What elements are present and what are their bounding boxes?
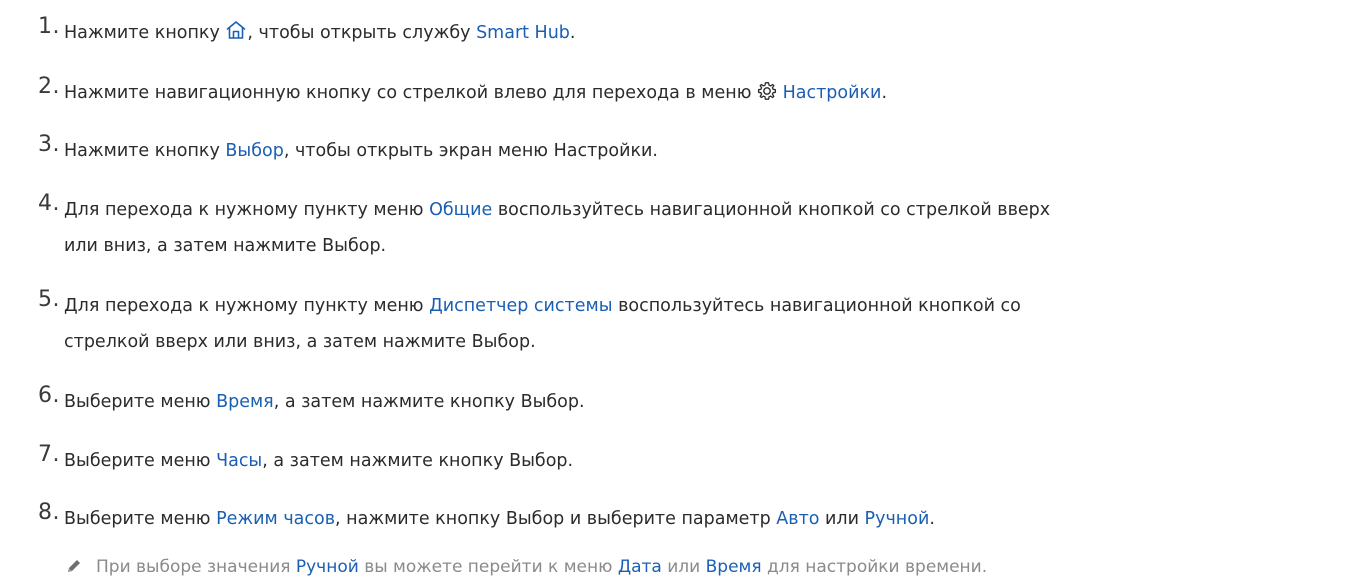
menu-link[interactable]: Дата [618, 557, 662, 577]
text-run: . [929, 509, 935, 529]
text-run: или [661, 557, 706, 577]
text-run: воспользуйтесь навигационной кнопкой со [612, 296, 1021, 316]
step-line: Нажмите кнопку Выбор, чтобы открыть экра… [64, 133, 1334, 169]
step-number: 7. [38, 442, 60, 467]
step-number: 2. [38, 74, 60, 99]
text-run: Выберите меню [64, 392, 217, 412]
text-run: Нажмите кнопку [64, 23, 226, 43]
step-text: Нажмите навигационную кнопку со стрелкой… [64, 75, 1334, 111]
text-run: Выберите меню [64, 451, 217, 471]
menu-link[interactable]: Режим часов [216, 509, 335, 529]
text-run: Для перехода к нужному пункту меню [64, 200, 430, 220]
text-run: , а затем нажмите кнопку Выбор. [262, 451, 574, 471]
gear-icon [757, 78, 777, 114]
step-number: 3. [38, 132, 60, 157]
text-run: . [569, 23, 576, 43]
menu-link[interactable]: Время [216, 392, 274, 412]
text-run: Нажмите навигационную кнопку со стрелкой… [64, 83, 758, 103]
menu-link[interactable]: Smart Hub [476, 23, 570, 43]
step-number: 5. [38, 287, 60, 312]
menu-link[interactable]: Часы [216, 451, 262, 471]
step-number: 1. [38, 14, 60, 39]
menu-link[interactable]: Настройки [783, 83, 882, 103]
text-run: Нажмите кнопку [64, 141, 226, 161]
text-run: , чтобы открыть службу [247, 23, 477, 43]
text-run: При выборе значения [96, 557, 296, 577]
step-text: Нажмите кнопку , чтобы открыть службу Sm… [64, 15, 1334, 51]
step-line: Выберите меню Режим часов, нажмите кнопк… [64, 501, 1334, 537]
text-run: , чтобы открыть экран меню Настройки. [283, 141, 658, 161]
step-number: 4. [38, 191, 60, 216]
step-number: 6. [38, 383, 60, 408]
step-text: Выберите меню Время, а затем нажмите кно… [64, 384, 1334, 420]
step-line: стрелкой вверх или вниз, а затем нажмите… [64, 324, 1334, 360]
step-text: Для перехода к нужному пункту меню Общие… [64, 192, 1334, 264]
text-run: для настройки времени. [761, 557, 988, 577]
menu-link[interactable]: Общие [429, 200, 492, 220]
menu-link[interactable]: Время [706, 557, 762, 577]
menu-link[interactable]: Ручной [865, 509, 930, 529]
step-text: Для перехода к нужному пункту меню Диспе… [64, 288, 1334, 360]
step-number: 8. [38, 500, 60, 525]
text-run: Выберите меню [64, 509, 217, 529]
text-run: . [881, 83, 888, 103]
step-text: Нажмите кнопку Выбор, чтобы открыть экра… [64, 133, 1334, 169]
menu-link[interactable]: Выбор [225, 141, 283, 161]
home-icon [225, 18, 247, 54]
step-text: Выберите меню Режим часов, нажмите кнопк… [64, 501, 1334, 537]
step-text: Выберите меню Часы, а затем нажмите кноп… [64, 443, 1334, 479]
menu-link[interactable]: Диспетчер системы [429, 296, 612, 316]
pencil-icon [64, 556, 84, 580]
text-run: , а затем нажмите кнопку Выбор. [273, 392, 585, 412]
text-run: , нажмите кнопку Выбор и выберите параме… [335, 509, 777, 529]
note-text: При выборе значения Ручной вы можете пер… [96, 555, 987, 579]
step-line: Выберите меню Время, а затем нажмите кно… [64, 384, 1334, 420]
menu-link[interactable]: Авто [776, 509, 819, 529]
step-line: Для перехода к нужному пункту меню Общие… [64, 192, 1334, 228]
note: При выборе значения Ручной вы можете пер… [0, 555, 1354, 585]
text-run: Для перехода к нужному пункту меню [64, 296, 430, 316]
step-line: Нажмите навигационную кнопку со стрелкой… [64, 75, 1334, 111]
text-run: стрелкой вверх или вниз, а затем нажмите… [64, 332, 536, 352]
text-run: вы можете перейти к меню [358, 557, 618, 577]
step-line: Для перехода к нужному пункту меню Диспе… [64, 288, 1334, 324]
text-run: воспользуйтесь навигационной кнопкой со … [492, 200, 1051, 220]
step-line: Выберите меню Часы, а затем нажмите кноп… [64, 443, 1334, 479]
step-line: Нажмите кнопку , чтобы открыть службу Sm… [64, 15, 1334, 51]
step-line: или вниз, а затем нажмите Выбор. [64, 228, 1334, 264]
text-run: или [819, 509, 865, 529]
menu-link[interactable]: Ручной [296, 557, 359, 577]
text-run: или вниз, а затем нажмите Выбор. [64, 236, 387, 256]
